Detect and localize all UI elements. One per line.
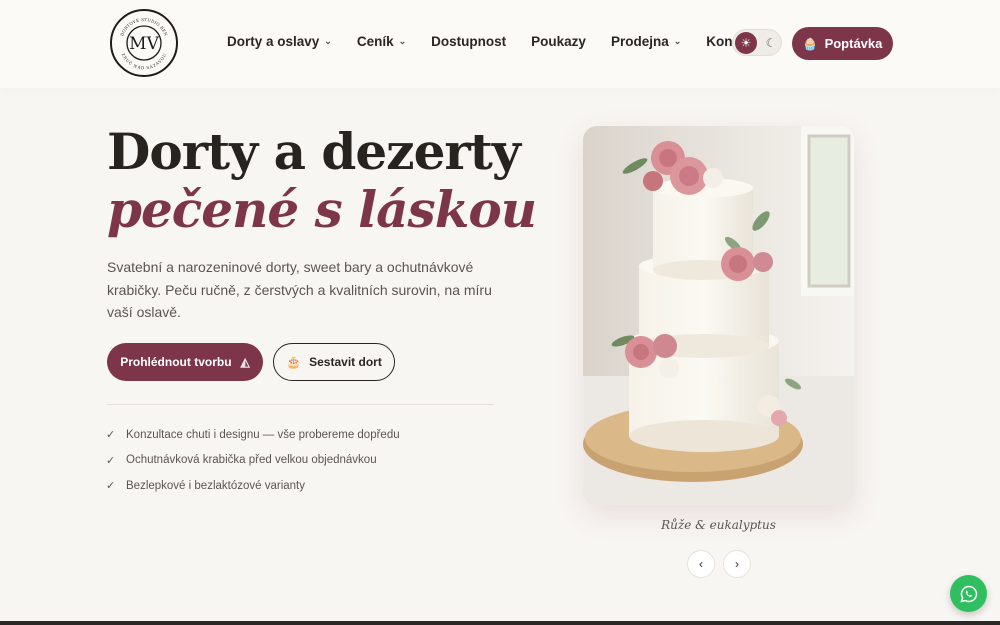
nav-item-dorty[interactable]: Dorty a oslavy ⌄: [227, 34, 332, 49]
feature-list: ✓ Konzultace chuti i designu — vše probe…: [106, 422, 400, 499]
nav-label: Prodejna: [610, 34, 669, 49]
logo-mark-icon: DORTOVÉ STUDIO BEN ZRUČ NAD SÁZAVOU MV: [119, 17, 168, 70]
feature-item: ✓ Ochutnávková krabička před velkou obje…: [106, 448, 400, 474]
moon-icon[interactable]: ☾: [762, 33, 780, 53]
feature-item: ✓ Bezlepkové i bezlaktózové varianty: [106, 473, 400, 499]
check-icon: ✓: [106, 480, 116, 493]
gallery-next-button[interactable]: ›: [723, 550, 751, 578]
sun-icon[interactable]: ☀: [735, 32, 757, 54]
nav-item-prodejna[interactable]: Prodejna ⌄: [611, 34, 681, 49]
whatsapp-button[interactable]: [950, 575, 987, 612]
nav-label: Dorty a oslavy: [227, 34, 320, 49]
site-header: DORTOVÉ STUDIO BEN ZRUČ NAD SÁZAVOU MV D…: [0, 0, 1000, 88]
whatsapp-icon: [959, 585, 977, 603]
site-logo[interactable]: DORTOVÉ STUDIO BEN ZRUČ NAD SÁZAVOU MV: [110, 9, 178, 77]
feature-item: ✓ Konzultace chuti i designu — vše probe…: [106, 422, 400, 448]
tiered-cake-icon: 🎂: [286, 355, 302, 369]
nav-label: Dostupnost: [431, 34, 507, 49]
browse-work-label: Prohlédnout tvorbu: [120, 355, 232, 369]
build-cake-label: Sestavit dort: [309, 355, 382, 369]
main-nav: Dorty a oslavy ⌄ Ceník ⌄ Dostupnost Pouk…: [227, 34, 757, 49]
chevron-down-icon: ⌄: [324, 36, 332, 46]
browse-work-button[interactable]: Prohlédnout tvorbu ◭: [107, 343, 263, 381]
feature-text: Ochutnávková krabička před velkou objedn…: [126, 454, 377, 467]
page-bottom-edge: [0, 621, 1000, 625]
hero-title-line1: Dorty a dezerty: [107, 122, 521, 181]
logo-ring-bottom: ZRUČ NAD SÁZAVOU: [121, 52, 168, 70]
check-icon: ✓: [106, 429, 116, 442]
poptavka-label: Poptávka: [824, 36, 883, 51]
theme-toggle[interactable]: ☀ ☾: [732, 29, 782, 56]
cake-illustration: [583, 126, 854, 505]
cupcake-icon: 🧁: [802, 36, 818, 51]
nav-item-dostupnost[interactable]: Dostupnost: [431, 34, 506, 49]
chevron-down-icon: ⌄: [673, 36, 682, 46]
svg-text:ZRUČ NAD SÁZAVOU: ZRUČ NAD SÁZAVOU: [121, 52, 168, 70]
check-icon: ✓: [106, 454, 116, 467]
nav-label: Ceník: [356, 34, 394, 49]
hero-lead: Svatební a narozeninové dorty, sweet bar…: [107, 259, 492, 320]
nav-item-cenik[interactable]: Ceník ⌄: [357, 34, 406, 49]
nav-item-poukazy[interactable]: Poukazy: [531, 34, 586, 49]
feature-text: Bezlepkové i bezlaktózové varianty: [126, 479, 305, 492]
cake-slice-icon: ◭: [240, 355, 250, 369]
cake-photo: [583, 126, 854, 505]
feature-text: Konzultace chuti i designu — vše probere…: [126, 428, 400, 441]
photo-caption: Růže & eukalyptus: [661, 518, 776, 532]
hero-divider: [107, 404, 494, 405]
build-cake-button[interactable]: 🎂 Sestavit dort: [273, 343, 395, 381]
nav-label: Poukazy: [531, 34, 586, 49]
logo-monogram: MV: [129, 34, 159, 54]
hero-title-line2: pečené s láskou: [107, 180, 537, 239]
chevron-down-icon: ⌄: [398, 36, 407, 46]
poptavka-button[interactable]: 🧁 Poptávka: [792, 27, 893, 60]
chevron-right-icon: ›: [735, 557, 739, 571]
gallery-prev-button[interactable]: ‹: [687, 550, 715, 578]
chevron-left-icon: ‹: [699, 557, 703, 571]
